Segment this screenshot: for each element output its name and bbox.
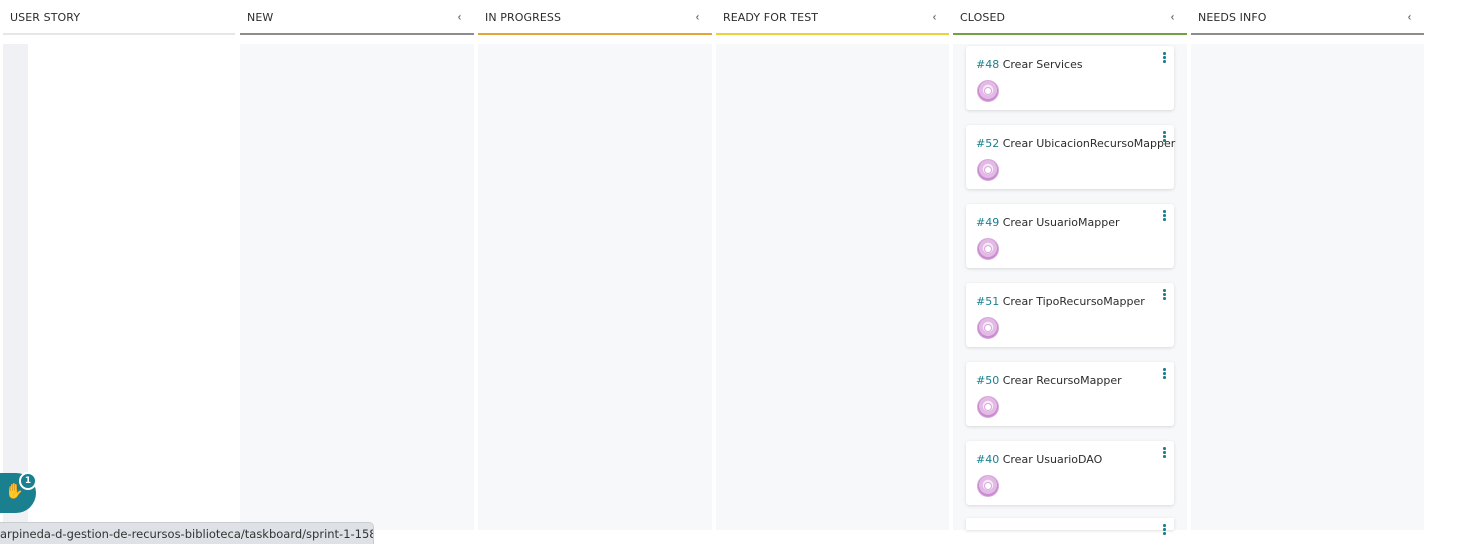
task-title-line: #40 Crear UsuarioDAO bbox=[976, 453, 1102, 466]
column-header-ready-for-test: READY FOR TEST ‹ bbox=[716, 3, 949, 35]
task-card[interactable]: #50 Crear RecursoMapper bbox=[966, 362, 1174, 426]
task-ref-link[interactable]: #48 bbox=[976, 58, 999, 71]
task-title-line: #51 Crear TipoRecursoMapper bbox=[976, 295, 1145, 308]
collapse-chevron-icon[interactable]: ‹ bbox=[1171, 10, 1175, 24]
task-title[interactable]: Crear UsuarioDAO bbox=[1003, 453, 1103, 466]
collapse-chevron-icon[interactable]: ‹ bbox=[933, 10, 937, 24]
task-card[interactable]: #49 Crear UsuarioMapper bbox=[966, 204, 1174, 268]
task-ref-link[interactable]: #52 bbox=[976, 137, 999, 150]
collapse-chevron-icon[interactable]: ‹ bbox=[458, 10, 462, 24]
more-options-icon[interactable] bbox=[1163, 131, 1167, 143]
column-header-new: NEW ‹ bbox=[240, 3, 474, 35]
task-card-partial[interactable] bbox=[966, 518, 1174, 535]
collapse-chevron-icon[interactable]: ‹ bbox=[1408, 10, 1412, 24]
task-title-line: #48 Crear Services bbox=[976, 58, 1083, 71]
task-title[interactable]: Crear UbicacionRecursoMapper bbox=[1003, 137, 1176, 150]
task-title[interactable]: Crear RecursoMapper bbox=[1003, 374, 1122, 387]
column-header-user-story: USER STORY bbox=[3, 3, 235, 35]
column-header-closed: CLOSED ‹ bbox=[953, 3, 1187, 35]
task-ref-link[interactable]: #50 bbox=[976, 374, 999, 387]
task-title-line: #49 Crear UsuarioMapper bbox=[976, 216, 1120, 229]
task-title-line: #50 Crear RecursoMapper bbox=[976, 374, 1122, 387]
column-header-in-progress: IN PROGRESS ‹ bbox=[478, 3, 712, 35]
task-card[interactable]: #51 Crear TipoRecursoMapper bbox=[966, 283, 1174, 347]
task-ref-link[interactable]: #49 bbox=[976, 216, 999, 229]
more-options-icon[interactable] bbox=[1163, 368, 1167, 380]
column-status-bar bbox=[478, 33, 712, 35]
column-body-new[interactable] bbox=[240, 44, 474, 530]
column-body-ready-for-test[interactable] bbox=[716, 44, 949, 530]
task-title[interactable]: Crear Services bbox=[1003, 58, 1083, 71]
column-label: USER STORY bbox=[10, 11, 81, 24]
avatar[interactable] bbox=[977, 317, 999, 339]
column-status-bar bbox=[953, 33, 1187, 35]
more-options-icon[interactable] bbox=[1163, 210, 1167, 222]
avatar[interactable] bbox=[977, 238, 999, 260]
task-ref-link[interactable]: #40 bbox=[976, 453, 999, 466]
column-status-bar bbox=[240, 33, 474, 35]
more-options-icon[interactable] bbox=[1163, 447, 1167, 459]
task-card[interactable]: #40 Crear UsuarioDAO bbox=[966, 441, 1174, 505]
task-card[interactable]: #52 Crear UbicacionRecursoMapper bbox=[966, 125, 1175, 189]
avatar[interactable] bbox=[977, 475, 999, 497]
task-title[interactable]: Crear UsuarioMapper bbox=[1003, 216, 1120, 229]
avatar[interactable] bbox=[977, 396, 999, 418]
avatar[interactable] bbox=[977, 159, 999, 181]
more-options-icon[interactable] bbox=[1163, 289, 1167, 301]
avatar[interactable] bbox=[977, 80, 999, 102]
column-label: NEEDS INFO bbox=[1198, 11, 1267, 24]
column-label: CLOSED bbox=[960, 11, 1006, 24]
collapse-chevron-icon[interactable]: ‹ bbox=[696, 10, 700, 24]
column-status-bar bbox=[716, 33, 949, 35]
column-label: NEW bbox=[247, 11, 274, 24]
user-story-lane bbox=[3, 44, 28, 530]
task-title[interactable]: Crear TipoRecursoMapper bbox=[1003, 295, 1145, 308]
task-ref-link[interactable]: #51 bbox=[976, 295, 999, 308]
column-status-bar bbox=[3, 33, 235, 35]
column-label: READY FOR TEST bbox=[723, 11, 819, 24]
column-status-bar bbox=[1191, 33, 1424, 35]
more-options-icon[interactable] bbox=[1163, 52, 1167, 64]
column-body-needs-info[interactable] bbox=[1191, 44, 1424, 530]
taskboard-header: USER STORY NEW ‹ IN PROGRESS ‹ READY FOR… bbox=[0, 0, 1459, 36]
task-title-line: #52 Crear UbicacionRecursoMapper bbox=[976, 137, 1175, 150]
column-label: IN PROGRESS bbox=[485, 11, 562, 24]
notification-badge: 1 bbox=[19, 472, 37, 490]
column-header-needs-info: NEEDS INFO ‹ bbox=[1191, 3, 1424, 35]
browser-status-url: arpineda-d-gestion-de-recursos-bibliotec… bbox=[0, 522, 374, 544]
more-options-icon[interactable] bbox=[1163, 524, 1167, 536]
task-card[interactable]: #48 Crear Services bbox=[966, 46, 1174, 110]
column-body-in-progress[interactable] bbox=[478, 44, 712, 530]
